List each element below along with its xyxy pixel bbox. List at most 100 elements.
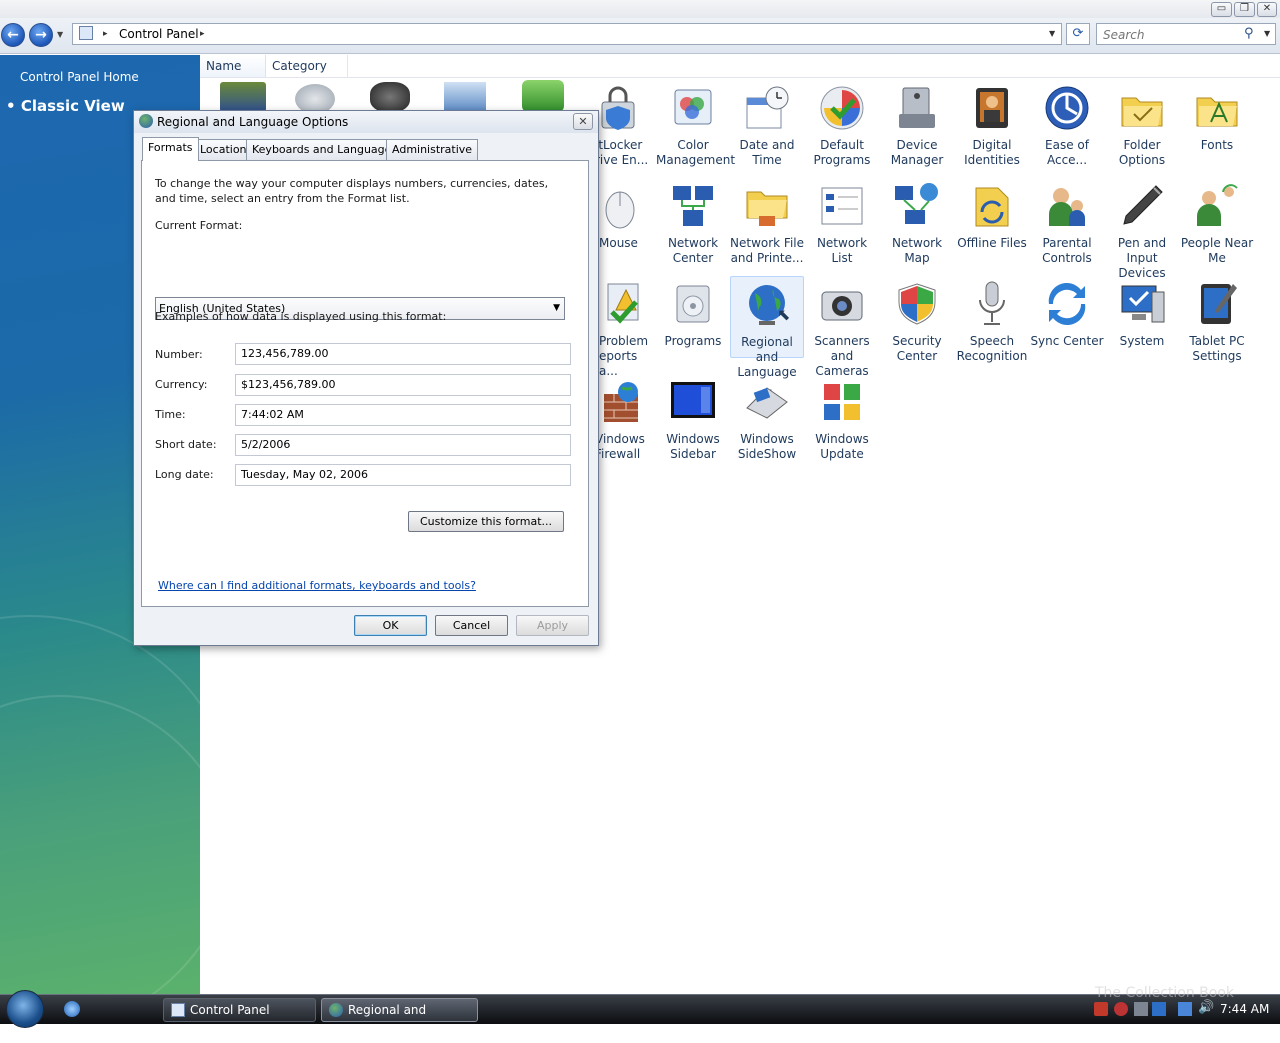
forward-button[interactable]: →	[29, 23, 53, 47]
breadcrumb-arrow-icon[interactable]: ▸	[200, 29, 205, 39]
dialog-close-button[interactable]: ✕	[573, 113, 593, 130]
item-label: Sync Center	[1030, 334, 1104, 348]
network-folder-icon	[743, 182, 791, 230]
breadcrumb-arrow-icon[interactable]: ▸	[103, 29, 108, 39]
item-label: Network File and Printe...	[730, 236, 804, 265]
fonts-folder-icon	[1193, 84, 1241, 132]
customize-format-button[interactable]: Customize this format...	[408, 511, 564, 532]
item-windows-update[interactable]: Windows Update	[805, 374, 879, 462]
item-network-file-and-printer[interactable]: Network File and Printe...	[730, 178, 804, 266]
watermark: The Collection Book	[1095, 985, 1235, 1001]
navigation-bar: ← → ▼ ▸ Control Panel ▸ ▼ ⟳ ⚲ ▼	[0, 18, 1280, 54]
bitlocker-icon	[594, 84, 642, 132]
tray-security-icon[interactable]	[1094, 1002, 1108, 1016]
item-security-center[interactable]: Security Center	[880, 276, 954, 364]
tray-device-icon[interactable]	[1134, 1002, 1148, 1016]
item-fonts[interactable]: Fonts	[1180, 80, 1254, 153]
refresh-button[interactable]: ⟳	[1066, 23, 1090, 45]
item-network-list[interactable]: Network List	[805, 178, 879, 266]
problem-reports-icon	[594, 280, 642, 328]
maximize-button[interactable]: ❐	[1234, 2, 1255, 17]
item-speech-recognition[interactable]: Speech Recognition	[955, 276, 1029, 364]
item-windows-sidebar[interactable]: Windows Sidebar	[656, 374, 730, 462]
item-tablet-pc-settings[interactable]: Tablet PC Settings	[1180, 276, 1254, 364]
item-ease-of-access[interactable]: Ease of Acce...	[1030, 80, 1104, 168]
back-button[interactable]: ←	[1, 23, 25, 47]
chevron-down-icon: ▼	[553, 303, 560, 313]
classic-view-label: Classic View	[20, 97, 125, 115]
item-pen-and-input-devices[interactable]: Pen and Input Devices	[1105, 178, 1179, 281]
close-window-button[interactable]: ✕	[1257, 2, 1277, 17]
tab-location[interactable]: Location	[194, 139, 253, 160]
item-folder-options[interactable]: Folder Options	[1105, 80, 1179, 168]
item-label: Programs	[664, 334, 722, 348]
formats-tab-panel: To change the way your computer displays…	[141, 160, 589, 607]
column-category[interactable]: Category	[266, 55, 348, 77]
item-windows-sideshow[interactable]: Windows SideShow	[730, 374, 804, 462]
search-input[interactable]	[1101, 27, 1241, 43]
tab-keyboards-and-languages[interactable]: Keyboards and Languages	[246, 139, 404, 160]
item-network-map[interactable]: Network Map	[880, 178, 954, 266]
start-button[interactable]	[6, 990, 44, 1028]
tab-formats[interactable]: Formats	[142, 137, 199, 161]
search-options-chevron-icon[interactable]: ▼	[1264, 29, 1270, 38]
item-regional-and-language[interactable]: ⬉ Regional and Language ...	[730, 276, 804, 394]
tab-administrative[interactable]: Administrative	[386, 139, 479, 160]
clock[interactable]: 7:44 AM	[1220, 1002, 1269, 1016]
camera-icon	[818, 280, 866, 328]
item-label: Scanners and Cameras	[814, 334, 870, 378]
pen-icon	[1118, 182, 1166, 230]
short-date-example-field: 5/2/2006	[235, 434, 571, 456]
volume-icon[interactable]: 🔊	[1198, 1000, 1214, 1015]
item-sync-center[interactable]: Sync Center	[1030, 276, 1104, 349]
item-date-and-time[interactable]: Date and Time	[730, 80, 804, 168]
taskbar-regional-and-language[interactable]: Regional and Langu...	[321, 998, 478, 1039]
classic-view-link[interactable]: • Classic View	[6, 97, 125, 115]
internet-explorer-icon[interactable]	[64, 1001, 80, 1017]
item-color-management[interactable]: Color Management	[656, 80, 735, 168]
globe-icon	[139, 114, 153, 128]
microphone-icon	[968, 280, 1016, 328]
background-swirl	[0, 695, 200, 995]
item-label: Problem eports a...	[599, 334, 649, 378]
parental-controls-icon	[1043, 182, 1091, 230]
firewall-icon	[594, 378, 642, 426]
additional-formats-help-link[interactable]: Where can I find additional formats, key…	[158, 579, 476, 592]
item-device-manager[interactable]: Device Manager	[880, 80, 954, 168]
tray-network-icon[interactable]	[1152, 1002, 1166, 1016]
item-label: Pen and Input Devices	[1117, 236, 1167, 280]
taskbar-control-panel[interactable]: Control Panel	[163, 998, 316, 1022]
item-digital-identities[interactable]: Digital Identities	[955, 80, 1029, 168]
control-panel-home-link[interactable]: Control Panel Home	[20, 70, 139, 84]
item-offline-files[interactable]: Offline Files	[955, 178, 1029, 251]
item-parental-controls[interactable]: Parental Controls	[1030, 178, 1104, 266]
item-label: Offline Files	[957, 236, 1027, 250]
item-label: Device Manager	[890, 138, 944, 167]
apply-button[interactable]: Apply	[516, 615, 589, 636]
address-dropdown-icon[interactable]: ▼	[1049, 29, 1055, 38]
item-network-center[interactable]: Network Center	[656, 178, 730, 266]
minimize-button[interactable]: ▭	[1211, 2, 1232, 17]
breadcrumb-control-panel[interactable]: Control Panel	[119, 27, 199, 41]
cancel-button[interactable]: Cancel	[435, 615, 508, 636]
search-box[interactable]: ⚲ ▼	[1096, 23, 1276, 45]
item-people-near-me[interactable]: People Near Me	[1180, 178, 1254, 266]
programs-icon	[669, 280, 717, 328]
ok-button[interactable]: OK	[354, 615, 427, 636]
item-programs[interactable]: Programs	[656, 276, 730, 349]
search-icon[interactable]: ⚲	[1244, 26, 1254, 41]
item-system[interactable]: System	[1105, 276, 1179, 349]
item-label: Speech Recognition	[956, 334, 1028, 363]
item-label: System	[1119, 334, 1165, 348]
tray-monitor-icon[interactable]	[1178, 1002, 1192, 1016]
digital-identities-icon	[968, 84, 1016, 132]
item-label: Network Center	[667, 236, 719, 265]
recent-pages-chevron-icon[interactable]: ▼	[57, 30, 63, 39]
tray-alert-icon[interactable]	[1114, 1002, 1128, 1016]
dialog-title-bar[interactable]: Regional and Language Options ✕	[134, 111, 598, 133]
column-name[interactable]: Name	[200, 55, 266, 77]
item-scanners-and-cameras[interactable]: Scanners and Cameras	[805, 276, 879, 379]
item-default-programs[interactable]: Default Programs	[805, 80, 879, 168]
address-bar[interactable]: ▸ Control Panel ▸ ▼	[72, 23, 1062, 45]
network-map-icon	[893, 182, 941, 230]
